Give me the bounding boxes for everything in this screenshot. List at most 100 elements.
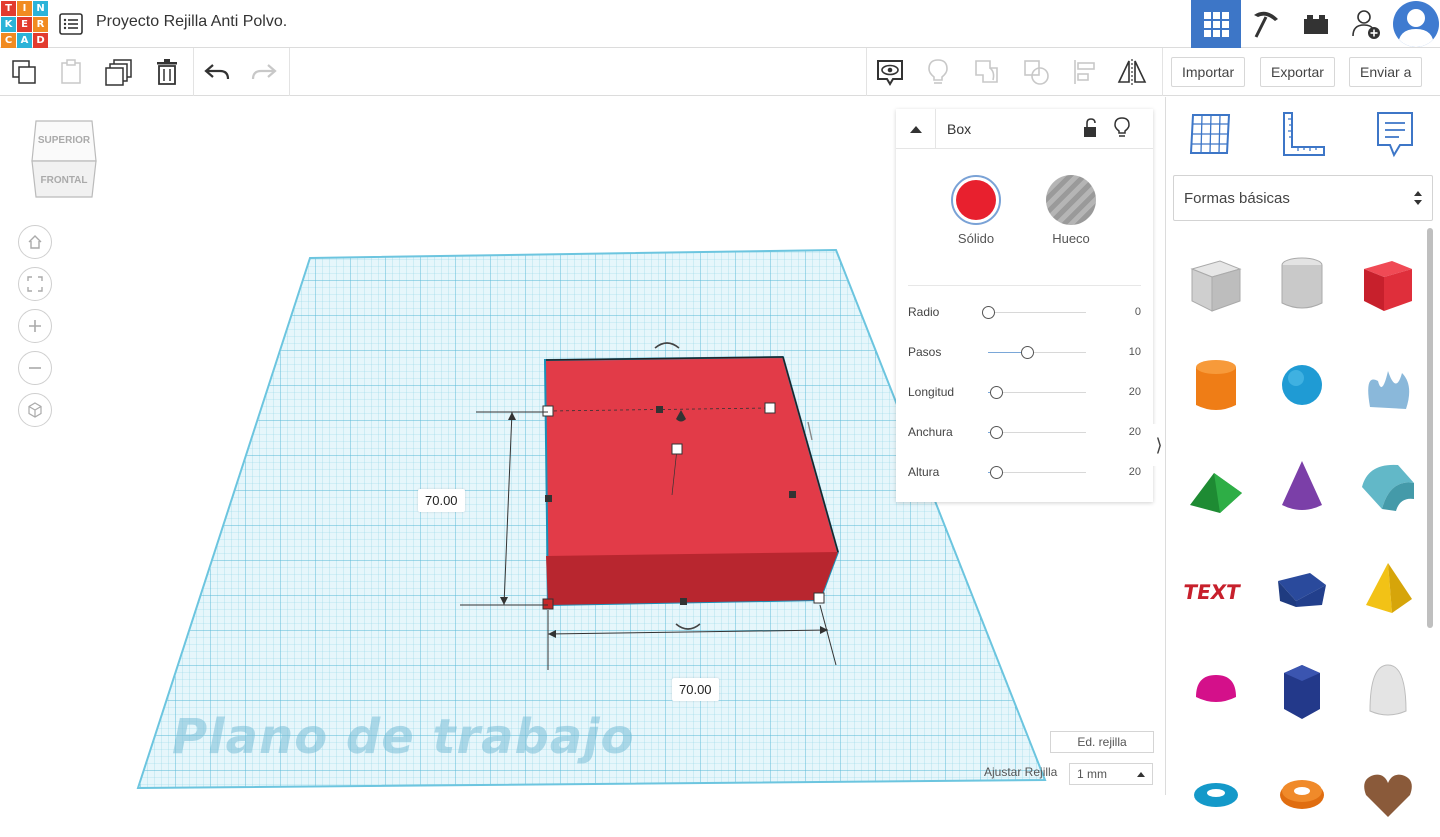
ortho-view-icon [28, 402, 42, 418]
snap-grid-select[interactable]: 1 mm [1069, 763, 1153, 785]
toggle-inspector-button[interactable]: ⟩ [1153, 424, 1165, 466]
edit-toolbar: Importar Exportar Enviar a [0, 48, 1440, 96]
shape-paraboloid[interactable] [1348, 645, 1428, 735]
height-dimension-field[interactable]: 70.00 [418, 489, 465, 512]
send-to-button[interactable]: Enviar a [1349, 57, 1423, 87]
fit-view-button[interactable] [18, 267, 52, 301]
logo-letter: N [33, 1, 48, 16]
solid-label: Sólido [957, 231, 995, 246]
ruler-tab[interactable] [1278, 109, 1328, 159]
bricks-button[interactable] [1291, 0, 1341, 48]
shape-polygon[interactable] [1262, 645, 1342, 735]
tinkercad-logo[interactable]: TIN KER CAD [0, 0, 48, 48]
ruler-icon [1283, 112, 1325, 156]
logo-letter: I [17, 1, 32, 16]
wedge-icon [1278, 573, 1326, 607]
shape-cone[interactable] [1262, 441, 1342, 531]
svg-text:TEXT: TEXT [1184, 580, 1242, 604]
param-slider-track[interactable] [988, 312, 1086, 313]
copy-button[interactable] [8, 56, 40, 88]
shape-torus[interactable] [1176, 747, 1256, 837]
project-title[interactable]: Proyecto Rejilla Anti Polvo. [96, 13, 287, 31]
brick-icon [1304, 15, 1328, 34]
duplicate-button[interactable] [103, 56, 135, 88]
show-notes-button[interactable] [874, 56, 906, 88]
shape-box[interactable] [1348, 237, 1428, 327]
param-slider-knob[interactable] [1021, 346, 1035, 359]
group-button[interactable] [971, 56, 1003, 88]
param-value[interactable]: 20 [1129, 466, 1141, 478]
edit-grid-button[interactable]: Ed. rejilla [1050, 731, 1154, 753]
param-value[interactable]: 20 [1129, 426, 1141, 438]
snap-grid-label: Ajustar Rejilla [984, 765, 1058, 779]
paste-button[interactable] [55, 56, 87, 88]
cylinder-icon [1196, 360, 1236, 410]
param-slider-knob[interactable] [989, 386, 1003, 399]
param-slider-knob[interactable] [989, 466, 1003, 479]
shape-library-value: Formas básicas [1184, 189, 1290, 207]
show-all-button[interactable] [922, 56, 954, 88]
notes-icon [1377, 112, 1413, 158]
shape-text[interactable]: TEXT [1176, 543, 1256, 633]
param-value[interactable]: 10 [1129, 346, 1141, 358]
shape-pyramid[interactable] [1348, 543, 1428, 633]
shape-cylinder-hole[interactable] [1262, 237, 1342, 327]
shape-scribble[interactable] [1348, 339, 1428, 429]
light-bulb-icon [928, 59, 948, 84]
viewcube-top-label[interactable]: SUPERIOR [30, 135, 98, 146]
param-value[interactable]: 20 [1129, 386, 1141, 398]
delete-button[interactable] [151, 56, 183, 88]
workplane-tab[interactable] [1185, 109, 1235, 159]
ungroup-button[interactable] [1020, 56, 1052, 88]
tube-icon [1280, 780, 1324, 809]
shape-heart[interactable] [1348, 747, 1428, 837]
collapse-inspector-button[interactable] [896, 109, 936, 149]
param-value[interactable]: 0 [1135, 306, 1141, 318]
align-button[interactable] [1069, 56, 1101, 88]
shape-half-sphere[interactable] [1176, 645, 1256, 735]
shape-cylinder[interactable] [1176, 339, 1256, 429]
solid-color-button[interactable] [951, 175, 1001, 225]
shape-tube[interactable] [1262, 747, 1342, 837]
hide-shape-button[interactable] [1114, 117, 1130, 144]
view-notes-icon [877, 60, 903, 86]
shapes-panel-scrollbar[interactable] [1427, 228, 1433, 628]
logo-letter: E [17, 17, 32, 32]
view-cube[interactable]: SUPERIOR FRONTAL [30, 119, 98, 199]
param-row-longitud: Longitud 20 [908, 383, 1141, 403]
undo-button[interactable] [201, 56, 233, 88]
param-slider-knob[interactable] [989, 426, 1003, 439]
home-view-button[interactable] [18, 225, 52, 259]
zoom-in-button[interactable] [18, 309, 52, 343]
zoom-out-button[interactable] [18, 351, 52, 385]
3d-design-view-button[interactable] [1191, 0, 1241, 48]
scribble-icon [1368, 371, 1410, 409]
mirror-button[interactable] [1116, 56, 1148, 88]
align-icon [1074, 60, 1095, 84]
blocks-button[interactable] [1241, 0, 1291, 48]
shape-roof[interactable] [1176, 441, 1256, 531]
invite-user-button[interactable] [1341, 0, 1391, 48]
shape-round-roof[interactable] [1348, 441, 1428, 531]
width-dimension-field[interactable]: 70.00 [672, 678, 719, 701]
ortho-view-button[interactable] [18, 393, 52, 427]
shape-sphere[interactable] [1262, 339, 1342, 429]
selected-box-shape[interactable] [543, 355, 840, 607]
notes-tab[interactable] [1370, 109, 1420, 159]
copy-icon [12, 60, 36, 84]
zoom-in-icon [29, 320, 41, 332]
roof-icon [1190, 473, 1242, 513]
lock-button[interactable] [1082, 118, 1098, 143]
param-slider-knob[interactable] [982, 306, 995, 319]
shape-library-select[interactable]: Formas básicas [1173, 175, 1433, 221]
design-list-icon[interactable] [58, 11, 84, 37]
export-button[interactable]: Exportar [1260, 57, 1335, 87]
shape-wedge[interactable] [1262, 543, 1342, 633]
hole-button[interactable] [1046, 175, 1096, 225]
import-button[interactable]: Importar [1171, 57, 1246, 87]
top-bar: TIN KER CAD Proyecto Rejilla Anti Polvo. [0, 0, 1440, 48]
redo-button[interactable] [248, 56, 280, 88]
viewcube-front-label[interactable]: FRONTAL [30, 175, 98, 186]
user-avatar[interactable] [1393, 1, 1439, 47]
shape-box-hole[interactable] [1176, 237, 1256, 327]
